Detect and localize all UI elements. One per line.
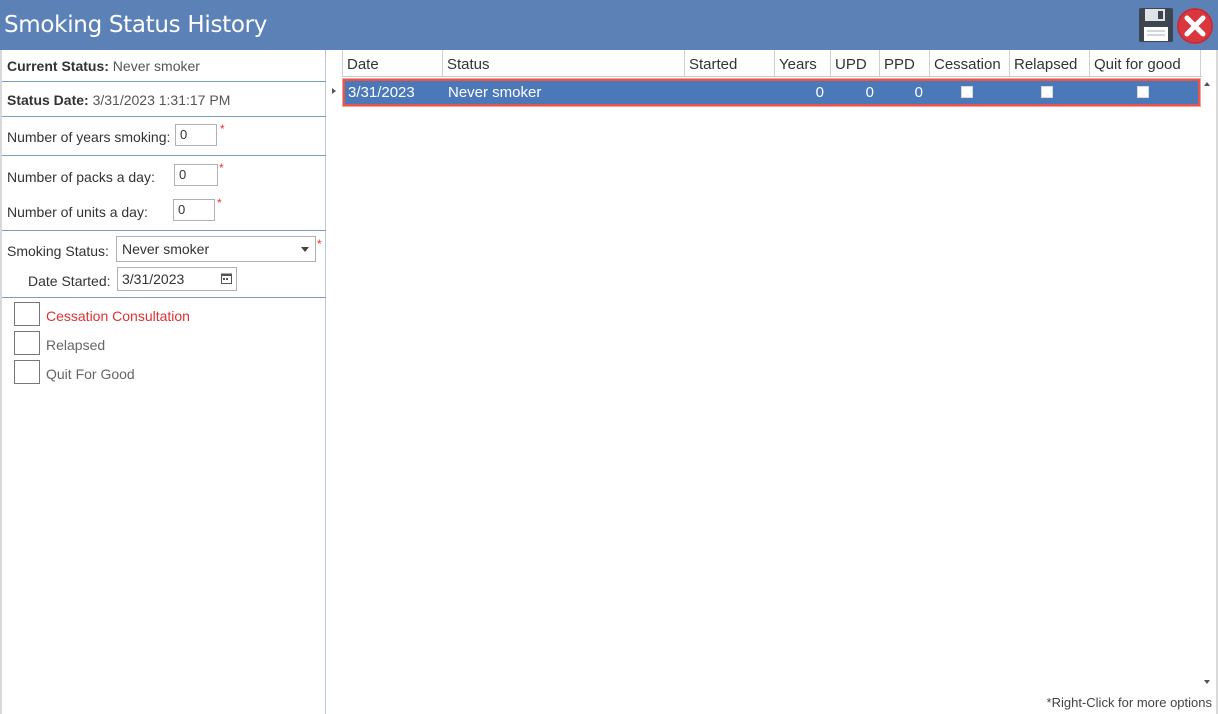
column-header-ppd[interactable]: PPD [879, 50, 929, 76]
cell-status: Never smoker [448, 84, 542, 101]
date-started-picker[interactable]: 3/31/2023 [117, 267, 237, 291]
required-marker: * [317, 237, 322, 251]
window-title: Smoking Status History [4, 12, 268, 38]
column-header-cessation[interactable]: Cessation [929, 50, 1009, 76]
grid-header: Date Status Started Years UPD PPD Cessat… [342, 50, 1202, 77]
smoking-status-label: Smoking Status: [7, 243, 109, 259]
quit-for-good-checkbox[interactable] [14, 360, 40, 384]
title-bar: Smoking Status History [0, 0, 1218, 50]
details-panel: Current Status: Never smoker Status Date… [0, 50, 326, 714]
current-status-value: Never smoker [112, 58, 200, 74]
close-icon[interactable] [1176, 7, 1214, 45]
years-section: Number of years smoking: 0 * [2, 117, 326, 156]
status-date-value: 3/31/2023 1:31:17 PM [92, 92, 231, 108]
cell-date: 3/31/2023 [348, 84, 415, 101]
column-header-started[interactable]: Started [684, 50, 774, 76]
column-header-date[interactable]: Date [342, 50, 442, 76]
cell-years: 0 [815, 84, 824, 101]
calendar-icon[interactable] [221, 273, 232, 284]
smoking-status-value: Never smoker [122, 241, 210, 257]
quit-for-good-label: Quit For Good [46, 366, 135, 382]
column-header-status[interactable]: Status [442, 50, 684, 76]
relapsed-label: Relapsed [46, 337, 106, 353]
required-marker: * [217, 196, 222, 210]
cell-relapsed-checkbox[interactable] [1041, 86, 1053, 98]
status-date-label: Status Date: [7, 92, 89, 108]
cell-quit-for-good-checkbox[interactable] [1137, 86, 1149, 98]
status-date: Status Date: 3/31/2023 1:31:17 PM [7, 92, 230, 108]
packs-input[interactable]: 0 [174, 164, 218, 186]
cessation-consultation-label: Cessation Consultation [46, 308, 190, 324]
years-smoking-input[interactable]: 0 [175, 124, 217, 146]
current-status-label: Current Status: [7, 58, 109, 74]
date-started-label: Date Started: [28, 273, 111, 289]
chevron-down-icon [301, 247, 309, 252]
scroll-up-arrow-icon[interactable] [1204, 82, 1210, 86]
units-input[interactable]: 0 [173, 199, 215, 221]
save-icon[interactable] [1138, 7, 1174, 43]
cell-cessation-checkbox[interactable] [961, 86, 973, 98]
current-status-section: Current Status: Never smoker [2, 50, 326, 82]
right-click-hint: *Right-Click for more options [1046, 695, 1212, 710]
date-started-value: 3/31/2023 [122, 271, 185, 287]
cell-ppd: 0 [914, 84, 923, 101]
years-smoking-label: Number of years smoking: [7, 129, 171, 145]
packs-units-section: Number of packs a day: 0 * Number of uni… [2, 156, 326, 231]
scroll-down-arrow-icon[interactable] [1204, 680, 1210, 684]
row-indicator-icon [332, 88, 336, 94]
column-header-quit-for-good[interactable]: Quit for good [1089, 50, 1201, 76]
table-row[interactable]: 3/31/2023 Never smoker 0 0 0 [343, 79, 1200, 106]
status-date-section: Status Date: 3/31/2023 1:31:17 PM [2, 82, 326, 117]
column-header-years[interactable]: Years [774, 50, 830, 76]
packs-label: Number of packs a day: [7, 169, 155, 185]
column-header-relapsed[interactable]: Relapsed [1009, 50, 1089, 76]
units-label: Number of units a day: [7, 204, 148, 220]
relapsed-checkbox[interactable] [14, 331, 40, 355]
cell-upd: 0 [865, 84, 874, 101]
current-status: Current Status: Never smoker [7, 58, 200, 74]
cell-started [687, 81, 777, 104]
required-marker: * [220, 122, 225, 136]
column-header-upd[interactable]: UPD [830, 50, 879, 76]
cessation-consultation-checkbox[interactable] [14, 302, 40, 326]
required-marker: * [219, 161, 224, 175]
history-grid[interactable]: Date Status Started Years UPD PPD Cessat… [327, 50, 1218, 714]
smoking-status-dropdown[interactable]: Never smoker [116, 236, 316, 262]
